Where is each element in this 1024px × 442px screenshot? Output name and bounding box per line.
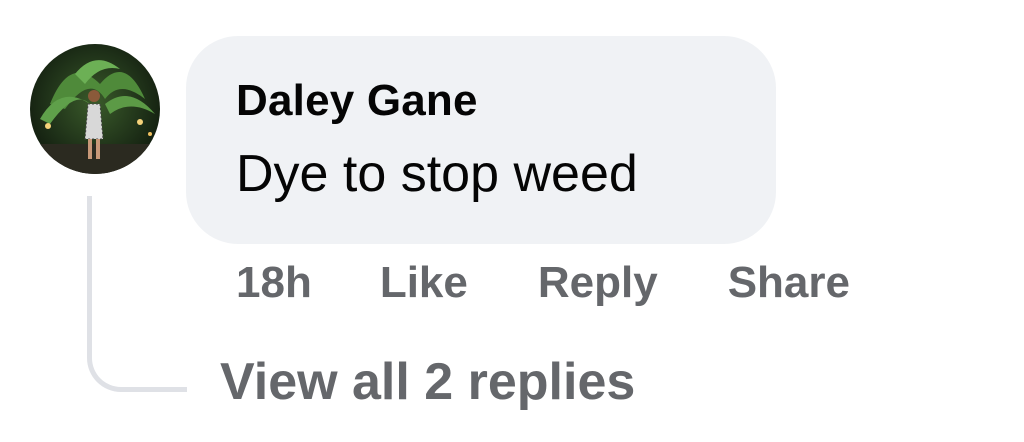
- like-button[interactable]: Like: [380, 258, 468, 308]
- avatar-photo-icon: [30, 44, 160, 174]
- comment-timestamp[interactable]: 18h: [236, 258, 312, 308]
- view-replies-link[interactable]: View all 2 replies: [220, 352, 635, 412]
- comment-author[interactable]: Daley Gane: [236, 76, 478, 126]
- reply-button[interactable]: Reply: [538, 258, 658, 308]
- avatar[interactable]: [30, 44, 160, 174]
- comment-bubble: Daley Gane Dye to stop weed: [186, 36, 776, 244]
- comment-text: Dye to stop weed: [236, 145, 638, 203]
- thread-connector-line: [87, 196, 187, 392]
- comment: Daley Gane Dye to stop weed 18h Like Rep…: [0, 0, 1024, 442]
- comment-actions: 18h Like Reply Share: [236, 255, 850, 311]
- share-button[interactable]: Share: [728, 258, 850, 308]
